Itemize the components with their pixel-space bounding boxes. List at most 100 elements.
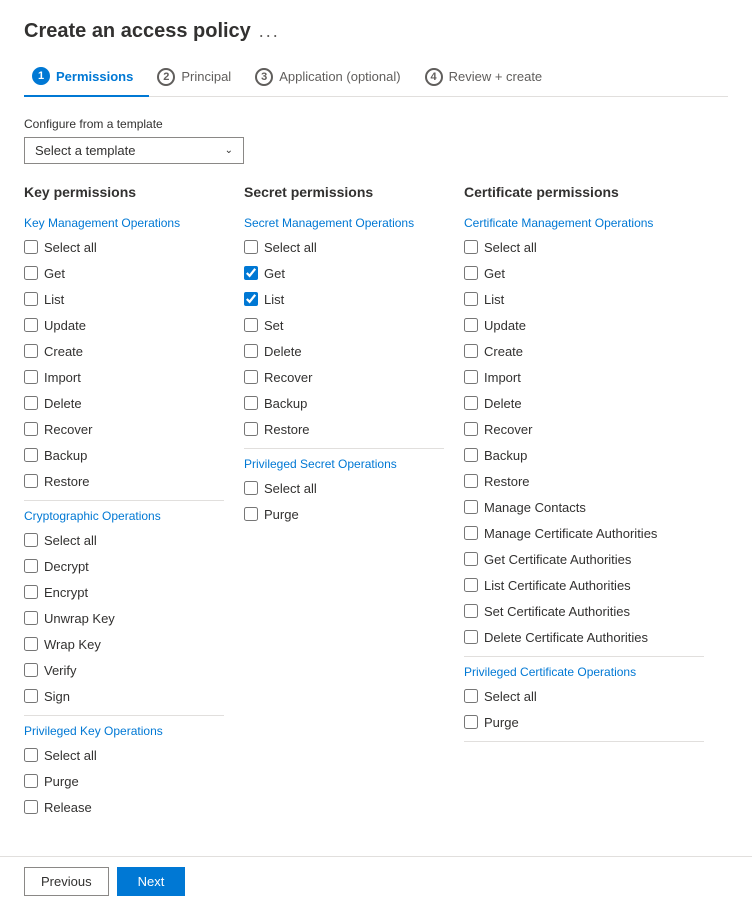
list-item: List — [24, 288, 224, 310]
key-delete-checkbox[interactable] — [24, 396, 38, 410]
template-dropdown[interactable]: Select a template ⌄ — [24, 137, 244, 164]
key-select-all-label: Select all — [44, 240, 97, 255]
privkey-purge-checkbox[interactable] — [24, 774, 38, 788]
cert-update-checkbox[interactable] — [464, 318, 478, 332]
crypto-select-all-label: Select all — [44, 533, 97, 548]
secret-backup-checkbox[interactable] — [244, 396, 258, 410]
divider — [24, 715, 224, 716]
list-item: Backup — [464, 444, 704, 466]
divider — [464, 656, 704, 657]
cert-get-checkbox[interactable] — [464, 266, 478, 280]
cert-recover-checkbox[interactable] — [464, 422, 478, 436]
crypto-encrypt-checkbox[interactable] — [24, 585, 38, 599]
key-update-checkbox[interactable] — [24, 318, 38, 332]
step-application[interactable]: 3 Application (optional) — [247, 60, 416, 96]
key-list-label: List — [44, 292, 64, 307]
cert-manage-contacts-label: Manage Contacts — [484, 500, 586, 515]
secret-set-label: Set — [264, 318, 284, 333]
list-item: Delete Certificate Authorities — [464, 626, 704, 648]
privsecret-select-all-checkbox[interactable] — [244, 481, 258, 495]
secret-mgmt-ops-label: Secret Management Operations — [244, 216, 444, 230]
page-title: Create an access policy — [24, 20, 251, 43]
cert-manage-contacts-checkbox[interactable] — [464, 500, 478, 514]
key-create-checkbox[interactable] — [24, 344, 38, 358]
secret-select-all-checkbox[interactable] — [244, 240, 258, 254]
permissions-grid: Key permissions Key Management Operation… — [24, 184, 728, 822]
privsecret-purge-label: Purge — [264, 507, 299, 522]
secret-restore-checkbox[interactable] — [244, 422, 258, 436]
key-import-label: Import — [44, 370, 81, 385]
cert-list-checkbox[interactable] — [464, 292, 478, 306]
key-select-all-checkbox[interactable] — [24, 240, 38, 254]
step-label-application: Application (optional) — [279, 69, 400, 84]
crypto-verify-checkbox[interactable] — [24, 663, 38, 677]
list-item: Delete — [244, 340, 444, 362]
cert-delete-ca-checkbox[interactable] — [464, 630, 478, 644]
crypto-sign-label: Sign — [44, 689, 70, 704]
cert-get-ca-checkbox[interactable] — [464, 552, 478, 566]
secret-delete-checkbox[interactable] — [244, 344, 258, 358]
divider — [244, 448, 444, 449]
step-principal[interactable]: 2 Principal — [149, 60, 247, 96]
list-item: Purge — [244, 503, 444, 525]
cert-create-checkbox[interactable] — [464, 344, 478, 358]
cert-select-all-checkbox[interactable] — [464, 240, 478, 254]
key-permissions-column: Key permissions Key Management Operation… — [24, 184, 244, 822]
crypto-select-all-checkbox[interactable] — [24, 533, 38, 547]
step-number-4: 4 — [425, 68, 443, 86]
secret-list-checkbox[interactable] — [244, 292, 258, 306]
secret-get-checkbox[interactable] — [244, 266, 258, 280]
list-item: Purge — [464, 711, 704, 733]
list-item: Unwrap Key — [24, 607, 224, 629]
crypto-sign-checkbox[interactable] — [24, 689, 38, 703]
previous-button[interactable]: Previous — [24, 867, 109, 896]
privkey-release-label: Release — [44, 800, 92, 815]
cert-backup-checkbox[interactable] — [464, 448, 478, 462]
privkey-release-checkbox[interactable] — [24, 800, 38, 814]
list-item: Recover — [244, 366, 444, 388]
cert-list-ca-checkbox[interactable] — [464, 578, 478, 592]
list-item: Encrypt — [24, 581, 224, 603]
cert-delete-checkbox[interactable] — [464, 396, 478, 410]
crypto-wrapkey-checkbox[interactable] — [24, 637, 38, 651]
key-restore-checkbox[interactable] — [24, 474, 38, 488]
secret-set-checkbox[interactable] — [244, 318, 258, 332]
list-item: Verify — [24, 659, 224, 681]
step-number-3: 3 — [255, 68, 273, 86]
key-backup-checkbox[interactable] — [24, 448, 38, 462]
privkey-select-all-checkbox[interactable] — [24, 748, 38, 762]
secret-get-label: Get — [264, 266, 285, 281]
list-item: Restore — [24, 470, 224, 492]
secret-recover-checkbox[interactable] — [244, 370, 258, 384]
list-item: Import — [464, 366, 704, 388]
cert-manage-ca-checkbox[interactable] — [464, 526, 478, 540]
step-label-review: Review + create — [449, 69, 543, 84]
list-item: Get — [244, 262, 444, 284]
key-import-checkbox[interactable] — [24, 370, 38, 384]
step-review[interactable]: 4 Review + create — [417, 60, 559, 96]
list-item: Update — [464, 314, 704, 336]
list-item: Wrap Key — [24, 633, 224, 655]
list-item: Create — [24, 340, 224, 362]
certificate-permissions-title: Certificate permissions — [464, 184, 704, 204]
secret-list-label: List — [264, 292, 284, 307]
cert-import-checkbox[interactable] — [464, 370, 478, 384]
privcert-select-all-checkbox[interactable] — [464, 689, 478, 703]
next-button[interactable]: Next — [117, 867, 186, 896]
key-get-checkbox[interactable] — [24, 266, 38, 280]
cert-restore-checkbox[interactable] — [464, 474, 478, 488]
privsecret-purge-checkbox[interactable] — [244, 507, 258, 521]
crypto-decrypt-checkbox[interactable] — [24, 559, 38, 573]
privcert-purge-checkbox[interactable] — [464, 715, 478, 729]
privsecret-select-all-label: Select all — [264, 481, 317, 496]
privcert-purge-label: Purge — [484, 715, 519, 730]
cert-set-ca-checkbox[interactable] — [464, 604, 478, 618]
privileged-cert-ops-label: Privileged Certificate Operations — [464, 665, 704, 679]
key-recover-checkbox[interactable] — [24, 422, 38, 436]
crypto-unwrapkey-checkbox[interactable] — [24, 611, 38, 625]
privkey-purge-label: Purge — [44, 774, 79, 789]
list-item: Delete — [24, 392, 224, 414]
step-permissions[interactable]: 1 Permissions — [24, 59, 149, 97]
cert-delete-ca-label: Delete Certificate Authorities — [484, 630, 648, 645]
key-list-checkbox[interactable] — [24, 292, 38, 306]
